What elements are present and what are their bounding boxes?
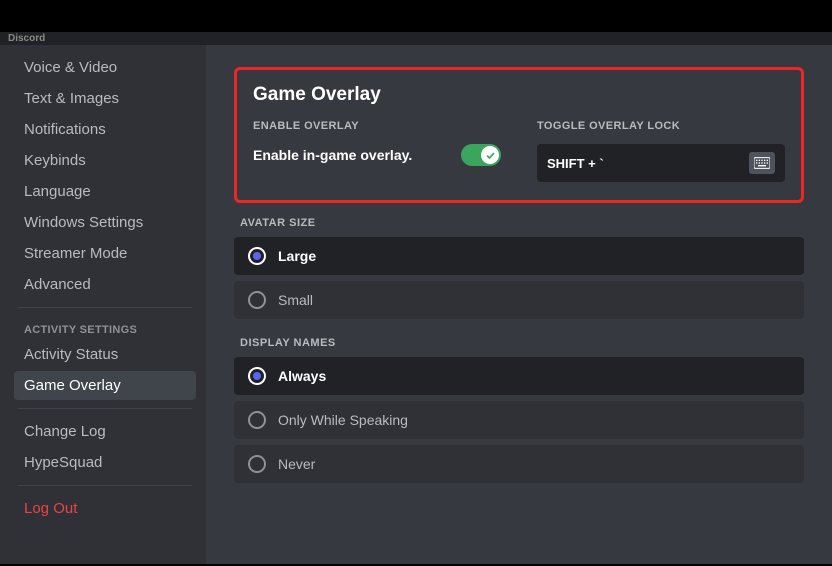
radio-icon — [248, 247, 266, 265]
display-names-speaking[interactable]: Only While Speaking — [234, 401, 804, 439]
keybind-input[interactable]: SHIFT + ` — [537, 144, 785, 182]
nav-notifications[interactable]: Notifications — [14, 115, 196, 144]
enable-col: ENABLE OVERLAY Enable in-game overlay. — [253, 120, 501, 182]
blackbar-top — [0, 0, 832, 32]
display-names-never[interactable]: Never — [234, 445, 804, 483]
page-title: Game Overlay — [253, 84, 785, 106]
enable-overlay-toggle[interactable] — [461, 144, 501, 166]
nav-streamer[interactable]: Streamer Mode — [14, 239, 196, 268]
radio-icon — [248, 411, 266, 429]
nav-logout[interactable]: Log Out — [14, 494, 196, 523]
overlay-row: ENABLE OVERLAY Enable in-game overlay. T… — [253, 120, 785, 182]
nav-hypesquad[interactable]: HypeSquad — [14, 448, 196, 477]
nav-voice-video[interactable]: Voice & Video — [14, 53, 196, 82]
lock-col: TOGGLE OVERLAY LOCK SHIFT + ` — [537, 120, 785, 182]
keyboard-icon — [749, 152, 775, 174]
enable-overlay-header: ENABLE OVERLAY — [253, 120, 501, 132]
highlight-annotation: Game Overlay ENABLE OVERLAY Enable in-ga… — [234, 67, 804, 203]
content-area: Game Overlay ENABLE OVERLAY Enable in-ga… — [206, 45, 832, 564]
activity-header: ACTIVITY SETTINGS — [14, 316, 196, 340]
nav-advanced[interactable]: Advanced — [14, 270, 196, 299]
radio-label: Small — [278, 292, 313, 308]
nav-text-images[interactable]: Text & Images — [14, 84, 196, 113]
radio-dot — [253, 252, 261, 260]
radio-label: Large — [278, 248, 316, 264]
avatar-size-header: AVATAR SIZE — [240, 217, 804, 229]
radio-label: Never — [278, 456, 315, 472]
display-names-header: DISPLAY NAMES — [240, 337, 804, 349]
radio-icon — [248, 367, 266, 385]
nav-windows[interactable]: Windows Settings — [14, 208, 196, 237]
app-name: Discord — [8, 33, 45, 44]
titlebar: Discord — [0, 32, 832, 45]
radio-icon — [248, 291, 266, 309]
divider — [18, 307, 192, 308]
avatar-size-large[interactable]: Large — [234, 237, 804, 275]
nav-language[interactable]: Language — [14, 177, 196, 206]
nav-game-overlay[interactable]: Game Overlay — [14, 371, 196, 400]
display-names-always[interactable]: Always — [234, 357, 804, 395]
radio-dot — [253, 372, 261, 380]
divider — [18, 485, 192, 486]
container: Voice & Video Text & Images Notification… — [0, 45, 832, 564]
display-names-group: Always Only While Speaking Never — [234, 357, 804, 483]
radio-icon — [248, 455, 266, 473]
toggle-lock-header: TOGGLE OVERLAY LOCK — [537, 120, 785, 132]
toggle-knob — [481, 146, 499, 164]
keybind-value: SHIFT + ` — [547, 156, 604, 171]
enable-row: Enable in-game overlay. — [253, 144, 501, 166]
avatar-size-small[interactable]: Small — [234, 281, 804, 319]
settings-sidebar: Voice & Video Text & Images Notification… — [0, 45, 206, 564]
avatar-size-group: Large Small — [234, 237, 804, 319]
nav-activity-status[interactable]: Activity Status — [14, 340, 196, 369]
radio-label: Always — [278, 368, 326, 384]
enable-text: Enable in-game overlay. — [253, 147, 412, 163]
divider — [18, 408, 192, 409]
check-icon — [485, 150, 496, 161]
nav-change-log[interactable]: Change Log — [14, 417, 196, 446]
nav-keybinds[interactable]: Keybinds — [14, 146, 196, 175]
radio-label: Only While Speaking — [278, 412, 408, 428]
